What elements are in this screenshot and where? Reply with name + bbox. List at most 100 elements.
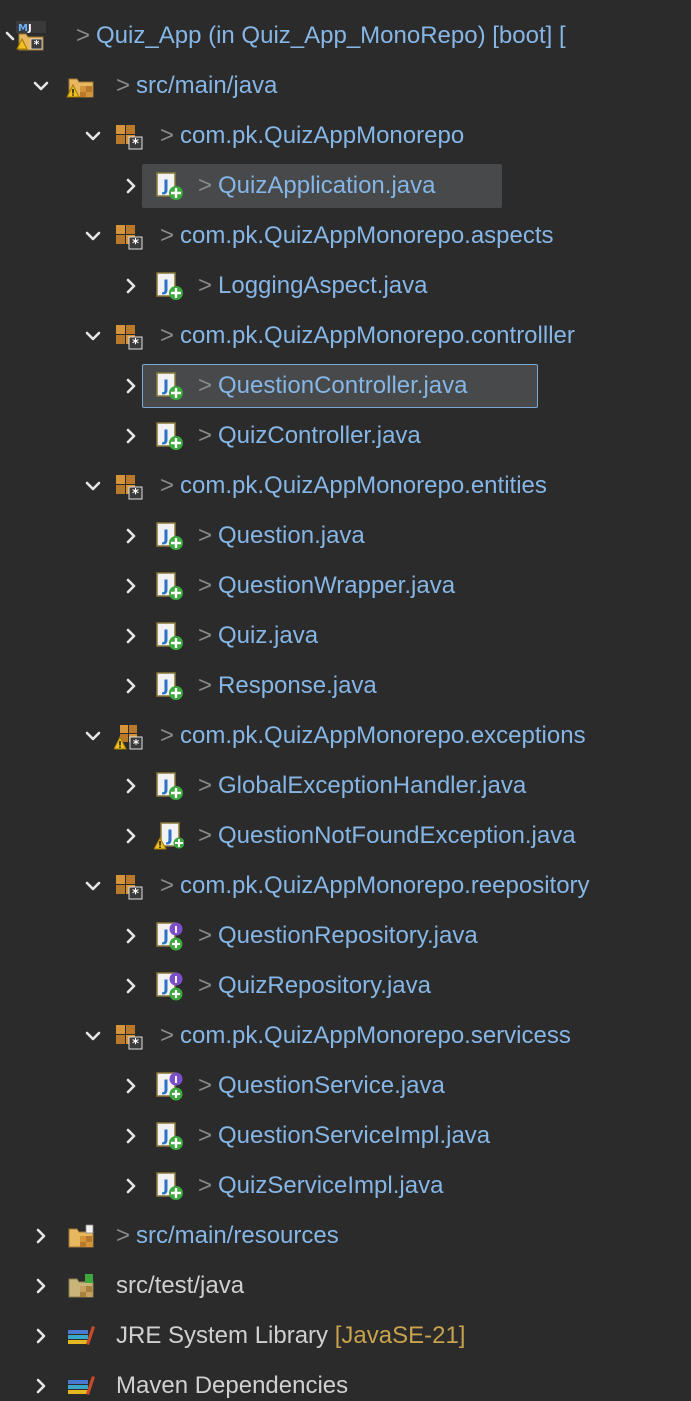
item-name: com.pk.QuizAppMonorepo.entities: [180, 472, 547, 499]
item-name: QuestionRepository.java: [218, 922, 478, 949]
tree-item-com-pk-quizappmonorepo-servicess[interactable]: * > com.pk.QuizAppMonorepo.servicess: [0, 1011, 691, 1061]
tree-item-quiz-java[interactable]: J > Quiz.java: [0, 611, 691, 661]
dirty-marker: >: [76, 22, 91, 49]
item-name: src/main/java: [136, 72, 278, 99]
tree-item-label: > Quiz_App (in Quiz_App_MonoRepo) [boot] …: [76, 11, 566, 61]
dirty-marker: >: [198, 1172, 213, 1199]
chevron-right-icon[interactable]: [118, 1161, 144, 1211]
tree-item-questionnotfoundexception-java[interactable]: J > QuestionNotFoundException.java: [0, 811, 691, 861]
item-name: GlobalExceptionHandler.java: [218, 772, 527, 799]
item-name: LoggingAspect.java: [218, 272, 428, 299]
chevron-right-icon[interactable]: [28, 1361, 54, 1401]
chevron-right-icon[interactable]: [118, 361, 144, 411]
svg-text:*: *: [132, 137, 139, 151]
chevron-right-icon[interactable]: [118, 261, 144, 311]
chevron-down-icon[interactable]: [80, 211, 106, 261]
java-class-icon: J: [154, 571, 184, 601]
chevron-right-icon[interactable]: [118, 611, 144, 661]
chevron-right-icon[interactable]: [28, 1211, 54, 1261]
tree-item-quizrepository-java[interactable]: J I > QuizRepository.java: [0, 961, 691, 1011]
chevron-right-icon[interactable]: [118, 911, 144, 961]
java-class-icon: J: [154, 421, 184, 451]
tree-item-quiz-app-in-quiz-app-monorepo-boot[interactable]: M J * > Quiz_App (in Quiz_App_MonoRepo) […: [0, 11, 691, 61]
tree-item-com-pk-quizappmonorepo[interactable]: * > com.pk.QuizAppMonorepo: [0, 111, 691, 161]
tree-item-questionrepository-java[interactable]: J I > QuestionRepository.java: [0, 911, 691, 961]
svg-text:J: J: [162, 926, 169, 945]
tree-item-quizserviceimpl-java[interactable]: J > QuizServiceImpl.java: [0, 1161, 691, 1211]
chevron-right-icon[interactable]: [118, 511, 144, 561]
dirty-marker: >: [198, 672, 213, 699]
chevron-right-icon[interactable]: [28, 1311, 54, 1361]
svg-text:J: J: [166, 826, 173, 845]
chevron-right-icon[interactable]: [28, 1261, 54, 1311]
chevron-right-icon[interactable]: [118, 1061, 144, 1111]
chevron-down-icon[interactable]: [80, 111, 106, 161]
tree-item-src-test-java[interactable]: src/test/java: [0, 1261, 691, 1311]
java-class-icon: J: [154, 1171, 184, 1201]
item-name: QuizController.java: [218, 422, 421, 449]
chevron-right-icon[interactable]: [118, 161, 144, 211]
svg-text:J: J: [162, 776, 169, 795]
tree-item-label: > com.pk.QuizAppMonorepo.controlller: [160, 311, 575, 361]
item-name: QuestionService.java: [218, 1072, 445, 1099]
chevron-right-icon[interactable]: [118, 411, 144, 461]
tree-item-label: > QuizApplication.java: [198, 161, 435, 211]
chevron-right-icon[interactable]: [118, 661, 144, 711]
dirty-marker: >: [198, 572, 213, 599]
chevron-right-icon[interactable]: [118, 811, 144, 861]
chevron-right-icon[interactable]: [118, 1111, 144, 1161]
chevron-right-icon[interactable]: [118, 561, 144, 611]
dirty-marker: >: [198, 822, 213, 849]
java-class-warning-icon: J: [154, 821, 184, 851]
tree-item-com-pk-quizappmonorepo-controlller[interactable]: * > com.pk.QuizAppMonorepo.controlller: [0, 311, 691, 361]
tree-item-label: Maven Dependencies: [116, 1361, 348, 1401]
chevron-down-icon[interactable]: [80, 461, 106, 511]
dirty-marker: >: [198, 272, 213, 299]
chevron-right-icon[interactable]: [118, 761, 144, 811]
chevron-down-icon[interactable]: [80, 711, 106, 761]
svg-text:J: J: [162, 976, 169, 995]
tree-item-maven-dependencies[interactable]: Maven Dependencies: [0, 1361, 691, 1401]
tree-item-label: > Quiz.java: [198, 611, 318, 661]
svg-text:I: I: [174, 925, 178, 936]
tree-item-com-pk-quizappmonorepo-entities[interactable]: * > com.pk.QuizAppMonorepo.entities: [0, 461, 691, 511]
svg-text:J: J: [162, 176, 169, 195]
tree-item-com-pk-quizappmonorepo-aspects[interactable]: * > com.pk.QuizAppMonorepo.aspects: [0, 211, 691, 261]
item-name: com.pk.QuizAppMonorepo.controlller: [180, 322, 575, 349]
tree-item-label: > LoggingAspect.java: [198, 261, 428, 311]
tree-item-questionwrapper-java[interactable]: J > QuestionWrapper.java: [0, 561, 691, 611]
svg-text:J: J: [162, 526, 169, 545]
tree-item-globalexceptionhandler-java[interactable]: J > GlobalExceptionHandler.java: [0, 761, 691, 811]
tree-item-questioncontroller-java[interactable]: J > QuestionController.java: [0, 361, 691, 411]
tree-item-question-java[interactable]: J > Question.java: [0, 511, 691, 561]
tree-item-loggingaspect-java[interactable]: J > LoggingAspect.java: [0, 261, 691, 311]
tree-item-label: > QuestionService.java: [198, 1061, 445, 1111]
tree-item-src-main-java[interactable]: > src/main/java: [0, 61, 691, 111]
tree-item-label: JRE System Library [JavaSE-21]: [116, 1311, 465, 1361]
tree-item-questionservice-java[interactable]: J I > QuestionService.java: [0, 1061, 691, 1111]
chevron-down-icon[interactable]: [80, 1011, 106, 1061]
test-folder-icon: [66, 1271, 96, 1301]
package-icon: *: [114, 321, 144, 351]
tree-item-jre-system-library[interactable]: JRE System Library [JavaSE-21]: [0, 1311, 691, 1361]
tree-item-com-pk-quizappmonorepo-exceptions[interactable]: * > com.pk.QuizAppMonorepo.exceptions: [0, 711, 691, 761]
project-explorer-tree: M J * > Quiz_App (in Quiz_App_MonoRepo) […: [0, 0, 691, 1401]
tree-item-quizcontroller-java[interactable]: J > QuizController.java: [0, 411, 691, 461]
chevron-down-icon[interactable]: [80, 311, 106, 361]
svg-text:*: *: [132, 887, 139, 901]
tree-item-com-pk-quizappmonorepo-reepository[interactable]: * > com.pk.QuizAppMonorepo.reepository: [0, 861, 691, 911]
tree-item-label: > src/main/java: [116, 61, 277, 111]
chevron-right-icon[interactable]: [118, 961, 144, 1011]
tree-item-src-main-resources[interactable]: > src/main/resources: [0, 1211, 691, 1261]
tree-item-questionserviceimpl-java[interactable]: J > QuestionServiceImpl.java: [0, 1111, 691, 1161]
dirty-marker: >: [160, 322, 175, 349]
tree-item-response-java[interactable]: J > Response.java: [0, 661, 691, 711]
svg-text:J: J: [162, 1126, 169, 1145]
chevron-down-icon[interactable]: [28, 61, 54, 111]
java-class-icon: J: [154, 271, 184, 301]
tree-item-quizapplication-java[interactable]: J > QuizApplication.java: [0, 161, 691, 211]
svg-text:I: I: [174, 975, 178, 986]
java-class-icon: J: [154, 621, 184, 651]
package-icon: *: [114, 1021, 144, 1051]
chevron-down-icon[interactable]: [80, 861, 106, 911]
